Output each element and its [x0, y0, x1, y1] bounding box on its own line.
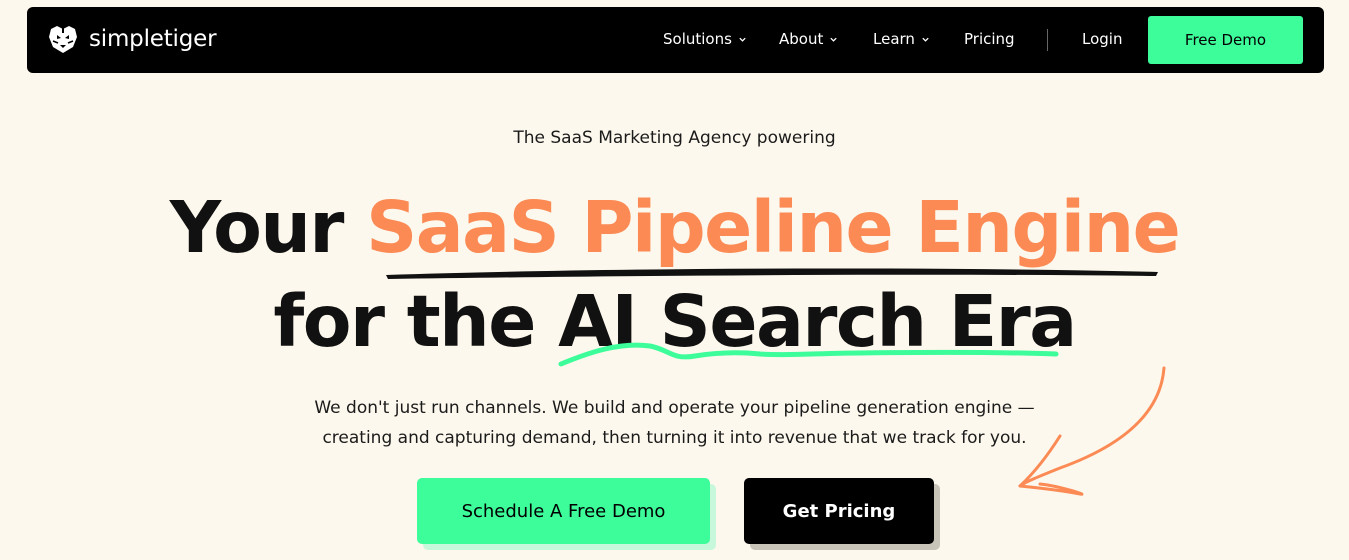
- chevron-down-icon: [739, 37, 746, 42]
- get-pricing-button[interactable]: Get Pricing: [744, 478, 934, 544]
- chevron-down-icon: [830, 37, 838, 42]
- hero-tagline: The SaaS Marketing Agency powering: [513, 128, 836, 148]
- nav-item-label: Pricing: [964, 30, 1015, 48]
- brand-logo[interactable]: simpletiger: [47, 23, 217, 55]
- nav-divider: [1047, 29, 1048, 51]
- description-line: We don't just run channels. We build and…: [314, 398, 1035, 418]
- description-line: creating and capturing demand, then turn…: [322, 428, 1027, 448]
- nav-item-learn[interactable]: Learn: [873, 28, 930, 50]
- headline-plain-text: Your: [169, 186, 367, 269]
- brand-name: simpletiger: [89, 26, 217, 52]
- chevron-down-icon: [922, 37, 929, 42]
- login-link[interactable]: Login: [1082, 28, 1122, 50]
- top-navigation-bar: simpletiger Solutions About Learn Pricin…: [27, 7, 1324, 73]
- nav-item-label: Solutions: [663, 30, 732, 48]
- hero-description: We don't just run channels. We build and…: [0, 393, 1349, 453]
- schedule-demo-button[interactable]: Schedule A Free Demo: [417, 478, 710, 544]
- headline-accent-text: SaaS Pipeline Engine: [366, 186, 1181, 269]
- nav-item-label: Learn: [873, 30, 915, 48]
- get-pricing-button-group: Get Pricing: [744, 478, 940, 550]
- login-label: Login: [1082, 30, 1123, 48]
- black-brush-underline: [386, 268, 1158, 279]
- nav-item-about[interactable]: About: [779, 28, 838, 50]
- schedule-demo-button-group: Schedule A Free Demo: [417, 478, 716, 550]
- tiger-head-icon: [49, 26, 77, 53]
- nav-item-solutions[interactable]: Solutions: [663, 28, 747, 50]
- hero-headline-line-1: Your SaaS Pipeline Engine: [0, 188, 1349, 268]
- headline-underlined-text: AI Search Era: [558, 280, 1077, 363]
- headline-plain-text: for the: [273, 280, 559, 363]
- nav-item-label: About: [779, 30, 824, 48]
- free-demo-button[interactable]: Free Demo: [1148, 16, 1303, 64]
- nav-item-pricing[interactable]: Pricing: [964, 28, 1015, 50]
- hero-headline-line-2: for the AI Search Era: [0, 282, 1349, 362]
